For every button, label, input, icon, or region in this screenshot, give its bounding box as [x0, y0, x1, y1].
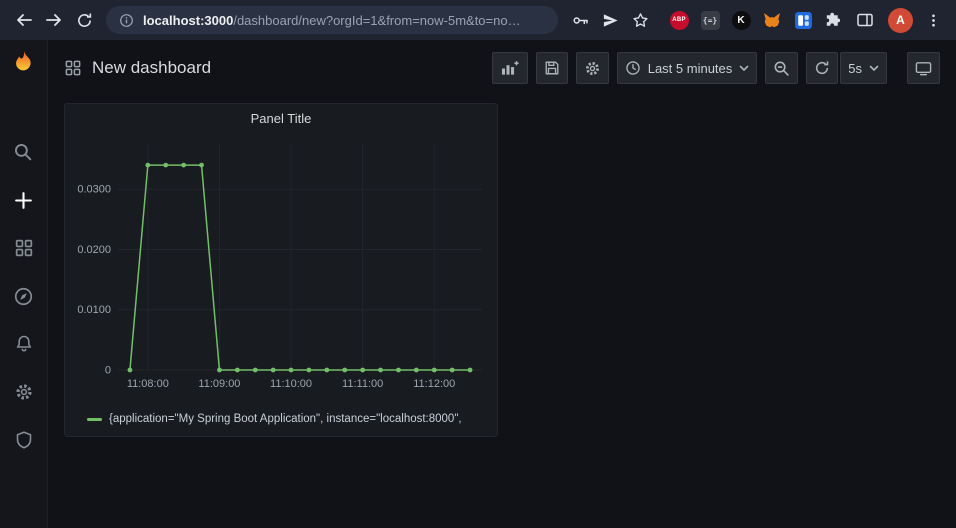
- chevron-down-icon: [869, 65, 879, 72]
- kebab-menu-icon: [925, 12, 942, 29]
- panel-header[interactable]: Panel Title: [65, 104, 497, 132]
- svg-text:0: 0: [105, 365, 111, 377]
- tv-mode-button[interactable]: [907, 52, 940, 84]
- json-viewer-badge: {=}: [701, 11, 720, 30]
- browser-toolbar: localhost:3000/dashboard/new?orgId=1&fro…: [0, 0, 956, 40]
- reload-icon: [76, 12, 93, 29]
- adblock-extension-icon[interactable]: ABP: [668, 9, 690, 31]
- sidebar-item-create[interactable]: [7, 183, 41, 217]
- apps-grid-icon: [64, 59, 82, 77]
- url-host: localhost:3000: [143, 13, 233, 28]
- back-button[interactable]: [10, 6, 38, 34]
- search-icon: [13, 142, 34, 163]
- grafana-flame-icon: [10, 49, 37, 76]
- address-bar[interactable]: localhost:3000/dashboard/new?orgId=1&fro…: [106, 6, 558, 34]
- gear-icon: [14, 382, 34, 402]
- profile-avatar[interactable]: A: [888, 8, 913, 33]
- refresh-button[interactable]: [806, 52, 838, 84]
- grafana-app: New dashboard Last 5 minutes: [0, 40, 956, 528]
- panel-title: Panel Title: [251, 111, 312, 126]
- refresh-interval-label: 5s: [848, 61, 862, 76]
- json-viewer-extension-icon[interactable]: {=}: [699, 9, 721, 31]
- compass-icon: [13, 286, 34, 307]
- save-icon: [544, 60, 560, 76]
- metamask-fox-icon[interactable]: [761, 9, 783, 31]
- tv-monitor-icon: [915, 60, 932, 77]
- zoom-out-icon: [773, 60, 790, 77]
- chevron-down-icon: [739, 65, 749, 72]
- zoom-out-button[interactable]: [765, 52, 798, 84]
- back-arrow-icon: [15, 11, 33, 29]
- extensions-row: ABP {=} K: [668, 9, 876, 31]
- sidebar-nav: [7, 135, 41, 457]
- add-panel-icon: [500, 60, 520, 77]
- shield-icon: [14, 430, 34, 450]
- dashboard-settings-button[interactable]: [576, 52, 609, 84]
- dashboard-title-wrap: New dashboard: [64, 58, 211, 78]
- save-dashboard-button[interactable]: [536, 52, 568, 84]
- refresh-group: 5s: [806, 52, 887, 84]
- time-range-label: Last 5 minutes: [648, 61, 733, 76]
- grafana-sidebar: [0, 40, 48, 528]
- sidebar-item-search[interactable]: [7, 135, 41, 169]
- side-panel-icon[interactable]: [854, 9, 876, 31]
- panel: Panel Title 0 0.0100 0.0200 0.0300 11:08:00 1…: [64, 103, 498, 437]
- dashboard-canvas: Panel Title 0 0.0100 0.0200 0.0300 11:08:00 1…: [48, 96, 956, 528]
- clock-icon: [625, 60, 641, 76]
- timeseries-chart[interactable]: 0 0.0100 0.0200 0.0300 11:08:00 11:09:00 11:10…: [68, 132, 494, 404]
- dashboards-grid-icon: [14, 238, 34, 258]
- legend-label[interactable]: {application="My Spring Boot Application…: [109, 413, 462, 425]
- plus-icon: [13, 190, 34, 211]
- url-text: localhost:3000/dashboard/new?orgId=1&fro…: [143, 13, 521, 28]
- page-title: New dashboard: [92, 58, 211, 78]
- refresh-icon: [814, 60, 830, 76]
- sidebar-item-server-admin[interactable]: [7, 423, 41, 457]
- forward-arrow-icon: [45, 11, 63, 29]
- legend-swatch: [87, 418, 102, 421]
- k-extension-icon[interactable]: K: [730, 9, 752, 31]
- svg-text:0.0300: 0.0300: [77, 184, 111, 196]
- svg-text:11:11:00: 11:11:00: [342, 378, 383, 390]
- send-icon: [602, 12, 619, 29]
- send-button[interactable]: [596, 6, 624, 34]
- sidebar-item-explore[interactable]: [7, 279, 41, 313]
- browser-menu-button[interactable]: [919, 6, 947, 34]
- svg-text:11:09:00: 11:09:00: [198, 378, 240, 390]
- grafana-logo[interactable]: [0, 40, 47, 84]
- sidebar-item-dashboards[interactable]: [7, 231, 41, 265]
- blue-grid-extension-icon[interactable]: [792, 9, 814, 31]
- url-path: /dashboard/new?orgId=1&from=now-5m&to=no…: [233, 13, 520, 28]
- svg-text:11:10:00: 11:10:00: [270, 378, 312, 390]
- svg-text:0.0200: 0.0200: [77, 244, 111, 256]
- sidebar-item-alerting[interactable]: [7, 327, 41, 361]
- password-key-button[interactable]: [566, 6, 594, 34]
- dashboard-header: New dashboard Last 5 minutes: [48, 40, 956, 96]
- svg-text:11:08:00: 11:08:00: [127, 378, 169, 390]
- bookmark-star-button[interactable]: [626, 6, 654, 34]
- sidebar-item-configuration[interactable]: [7, 375, 41, 409]
- adblock-badge: ABP: [670, 11, 689, 30]
- refresh-interval-dropdown[interactable]: 5s: [840, 52, 887, 84]
- key-icon: [571, 11, 590, 30]
- dashboard-toolbar: Last 5 minutes 5s: [492, 52, 940, 84]
- page-info-icon[interactable]: [119, 13, 134, 28]
- k-badge: K: [732, 11, 751, 30]
- forward-button[interactable]: [40, 6, 68, 34]
- grafana-main: New dashboard Last 5 minutes: [48, 40, 956, 528]
- time-range-picker[interactable]: Last 5 minutes: [617, 52, 758, 84]
- extensions-puzzle-icon[interactable]: [823, 9, 845, 31]
- add-panel-button[interactable]: [492, 52, 528, 84]
- panel-legend: {application="My Spring Boot Application…: [65, 404, 497, 434]
- star-icon: [632, 12, 649, 29]
- reload-button[interactable]: [70, 6, 98, 34]
- svg-text:11:12:00: 11:12:00: [413, 378, 455, 390]
- bell-icon: [14, 334, 34, 354]
- settings-gear-icon: [584, 60, 601, 77]
- svg-text:0.0100: 0.0100: [77, 304, 111, 316]
